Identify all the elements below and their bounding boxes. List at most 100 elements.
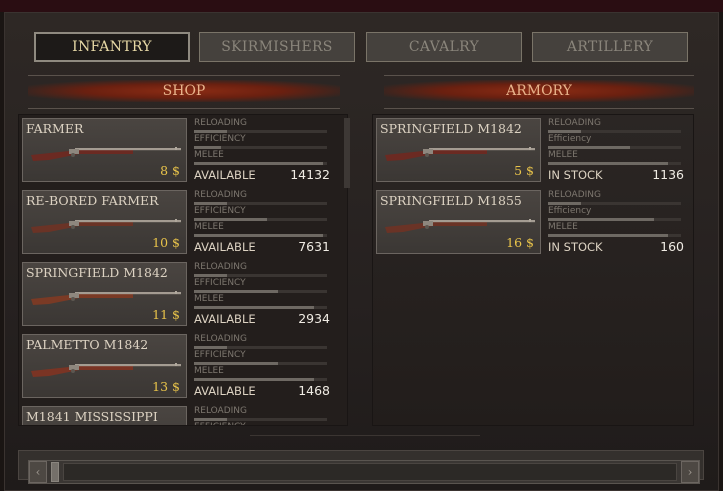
weapon-row[interactable]: RE-BORED FARMER 10 $ RELOADING EFFICIENCY ME… xyxy=(22,190,334,258)
armory-list[interactable]: SPRINGFIELD M1842 5 $ RELOADING Efficiency M… xyxy=(372,114,694,426)
weapon-card[interactable]: M1841 MISSISSIPPI xyxy=(22,406,187,425)
weapon-name: SPRINGFIELD M1842 xyxy=(26,265,168,280)
efficiency-bar xyxy=(194,146,327,149)
rifle-icon xyxy=(31,219,181,233)
weapon-price: 13 $ xyxy=(152,379,180,394)
count-label: AVAILABLE xyxy=(194,240,256,254)
stat-label-melee: MELEE xyxy=(194,294,224,304)
weapon-card[interactable]: SPRINGFIELD M1842 5 $ xyxy=(376,118,541,182)
melee-bar xyxy=(548,162,681,165)
weapon-name: M1841 MISSISSIPPI xyxy=(26,409,158,424)
horizontal-scrollbar[interactable]: ‹ › xyxy=(28,460,700,484)
melee-bar xyxy=(194,378,327,381)
weapon-card[interactable]: FARMER 8 $ xyxy=(22,118,187,182)
tab-skirmishers[interactable]: SKIRMISHERS xyxy=(199,32,355,62)
count-label: IN STOCK xyxy=(548,240,603,254)
weapon-price: 5 $ xyxy=(514,163,534,178)
count-value: 14132 xyxy=(290,167,330,182)
weapon-card[interactable]: SPRINGFIELD M1842 11 $ xyxy=(22,262,187,326)
count-label: AVAILABLE xyxy=(194,384,256,398)
weapon-stats: RELOADING EFFICIENCY MELEE AVAILABLE 7631 xyxy=(194,190,330,258)
reloading-bar xyxy=(194,130,327,133)
weapon-row[interactable]: SPRINGFIELD M1842 5 $ RELOADING Efficiency M… xyxy=(376,118,688,186)
stat-label-efficiency: EFFICIENCY xyxy=(194,134,246,144)
weapon-card[interactable]: SPRINGFIELD M1855 16 $ xyxy=(376,190,541,254)
weapon-stats: RELOADING EFFICIENCY MELEE AVAILABLE 1468 xyxy=(194,334,330,402)
top-border xyxy=(0,0,723,12)
scroll-thumb[interactable] xyxy=(51,462,59,482)
melee-bar xyxy=(194,162,327,165)
weapon-stats: RELOADINGEFFICIENCYMELEE xyxy=(194,406,330,425)
reloading-bar xyxy=(194,202,327,205)
weapon-name: SPRINGFIELD M1842 xyxy=(380,121,522,136)
reloading-bar xyxy=(194,418,327,421)
weapon-name: SPRINGFIELD M1855 xyxy=(380,193,522,208)
rifle-icon xyxy=(385,147,535,161)
reloading-bar xyxy=(194,274,327,277)
weapon-stats: RELOADING EFFICIENCY MELEE AVAILABLE 14132 xyxy=(194,118,330,186)
weapon-card[interactable]: PALMETTO M1842 13 $ xyxy=(22,334,187,398)
scroll-left-button[interactable]: ‹ xyxy=(29,461,47,483)
weapon-row[interactable]: SPRINGFIELD M1842 11 $ RELOADING EFFICIENCY… xyxy=(22,262,334,330)
divider xyxy=(28,108,340,109)
scroll-track[interactable] xyxy=(63,463,677,481)
weapon-price: 10 $ xyxy=(152,235,180,250)
rifle-icon xyxy=(31,291,181,305)
count-value: 160 xyxy=(660,239,684,254)
stat-label-efficiency: Efficiency xyxy=(548,206,592,216)
weapon-row[interactable]: PALMETTO M1842 13 $ RELOADING EFFICIENCY MEL… xyxy=(22,334,334,402)
count-value: 7631 xyxy=(298,239,330,254)
weapon-stats: RELOADING EFFICIENCY MELEE AVAILABLE 2934 xyxy=(194,262,330,330)
stat-label-melee: MELEE xyxy=(548,222,578,232)
weapon-price: 11 $ xyxy=(152,307,180,322)
stat-label-efficiency: EFFICIENCY xyxy=(194,278,246,288)
divider xyxy=(384,108,694,109)
reloading-bar xyxy=(548,130,681,133)
weapon-stats: RELOADING Efficiency MELEE IN STOCK 1136 xyxy=(548,118,684,186)
efficiency-bar xyxy=(194,290,327,293)
reloading-bar xyxy=(548,202,681,205)
efficiency-bar xyxy=(548,146,681,149)
stat-label-efficiency: Efficiency xyxy=(548,134,592,144)
weapon-price: 16 $ xyxy=(506,235,534,250)
stat-label-melee: MELEE xyxy=(194,366,224,376)
stat-label-melee: MELEE xyxy=(194,222,224,232)
count-value: 1136 xyxy=(652,167,684,182)
melee-bar xyxy=(548,234,681,237)
efficiency-bar xyxy=(194,218,327,221)
stat-label-reloading: RELOADING xyxy=(194,118,248,128)
chevron-right-icon: › xyxy=(687,465,693,479)
stat-label-reloading: RELOADING xyxy=(194,406,248,416)
weapon-row[interactable]: M1841 MISSISSIPPI RELOADINGEFFICIENCYMELE… xyxy=(22,406,334,425)
divider xyxy=(250,435,480,436)
stat-label-reloading: RELOADING xyxy=(548,118,602,128)
armory-header: ARMORY xyxy=(384,80,694,102)
tab-infantry[interactable]: INFANTRY xyxy=(34,32,190,62)
scroll-right-button[interactable]: › xyxy=(681,461,699,483)
shop-list[interactable]: FARMER 8 $ RELOADING EFFICIENCY MELEE AVAILAB… xyxy=(18,114,348,426)
stat-label-melee: MELEE xyxy=(548,150,578,160)
tab-cavalry[interactable]: CAVALRY xyxy=(366,32,522,62)
stat-label-efficiency: EFFICIENCY xyxy=(194,350,246,360)
divider xyxy=(28,75,340,76)
weapon-row[interactable]: SPRINGFIELD M1855 16 $ RELOADING Efficiency… xyxy=(376,190,688,258)
count-value: 2934 xyxy=(298,311,330,326)
weapon-card[interactable]: RE-BORED FARMER 10 $ xyxy=(22,190,187,254)
divider xyxy=(384,75,694,76)
stat-label-reloading: RELOADING xyxy=(194,190,248,200)
weapon-name: RE-BORED FARMER xyxy=(26,193,159,208)
weapon-stats: RELOADING Efficiency MELEE IN STOCK 160 xyxy=(548,190,684,258)
melee-bar xyxy=(194,306,327,309)
stat-label-reloading: RELOADING xyxy=(548,190,602,200)
weapon-price: 8 $ xyxy=(160,163,180,178)
weapon-row[interactable]: FARMER 8 $ RELOADING EFFICIENCY MELEE AVAILAB… xyxy=(22,118,334,186)
efficiency-bar xyxy=(548,218,681,221)
count-label: IN STOCK xyxy=(548,168,603,182)
count-label: AVAILABLE xyxy=(194,312,256,326)
stat-label-reloading: RELOADING xyxy=(194,262,248,272)
shop-scrollbar[interactable] xyxy=(344,118,350,188)
chevron-left-icon: ‹ xyxy=(35,465,41,479)
tab-artillery[interactable]: ARTILLERY xyxy=(532,32,688,62)
reloading-bar xyxy=(194,346,327,349)
shop-header: SHOP xyxy=(28,80,340,102)
